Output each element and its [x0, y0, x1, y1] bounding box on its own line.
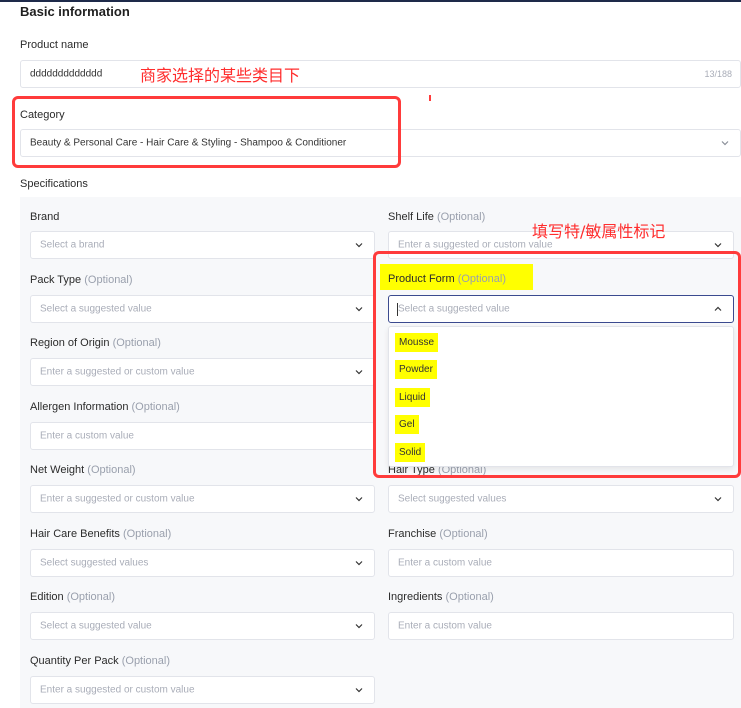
hair-type-placeholder: Select suggested values: [398, 493, 507, 505]
product-name-input[interactable]: ddddddddddddd 13/188: [20, 60, 741, 88]
brand-label: Brand: [30, 211, 60, 223]
quantity-input[interactable]: Enter a suggested or custom value: [30, 676, 375, 704]
region-input[interactable]: Enter a suggested or custom value: [30, 358, 375, 386]
benefits-label: Hair Care Benefits (Optional): [30, 528, 172, 540]
brand-select[interactable]: Select a brand: [30, 231, 375, 259]
franchise-placeholder: Enter a custom value: [398, 557, 492, 569]
chevron-down-icon: [354, 558, 364, 568]
chevron-down-icon: [354, 240, 364, 250]
net-weight-placeholder: Enter a suggested or custom value: [40, 493, 195, 505]
chevron-down-icon: [713, 494, 723, 504]
edition-placeholder: Select a suggested value: [40, 620, 152, 632]
quantity-placeholder: Enter a suggested or custom value: [40, 684, 195, 696]
shelf-life-placeholder: Enter a suggested or custom value: [398, 239, 553, 251]
chevron-down-icon: [354, 367, 364, 377]
ingredients-label: Ingredients (Optional): [388, 591, 494, 603]
char-counter: 13/188: [704, 69, 732, 79]
region-label: Region of Origin (Optional): [30, 337, 161, 349]
allergen-input[interactable]: Enter a custom value: [30, 422, 375, 450]
category-annotation-box: [12, 96, 401, 168]
chevron-down-icon: [354, 621, 364, 631]
brand-placeholder: Select a brand: [40, 239, 105, 251]
pack-type-placeholder: Select a suggested value: [40, 303, 152, 315]
chevron-down-icon: [354, 494, 364, 504]
specs-annotation-note: 填写特/敏属性标记: [532, 222, 666, 241]
chevron-down-icon: [713, 240, 723, 250]
edition-label: Edition (Optional): [30, 591, 115, 603]
allergen-label: Allergen Information (Optional): [30, 401, 180, 413]
hair-type-select[interactable]: Select suggested values: [388, 485, 734, 513]
section-title: Basic information: [20, 4, 130, 19]
region-placeholder: Enter a suggested or custom value: [40, 366, 195, 378]
benefits-placeholder: Select suggested values: [40, 557, 149, 569]
category-annotation-note: 商家选择的某些类目下: [140, 66, 301, 85]
product-name-value: ddddddddddddd: [30, 68, 103, 80]
quantity-label: Quantity Per Pack (Optional): [30, 655, 171, 667]
chevron-down-icon: [354, 304, 364, 314]
allergen-placeholder: Enter a custom value: [40, 430, 134, 442]
edition-select[interactable]: Select a suggested value: [30, 612, 375, 640]
top-border: [0, 0, 741, 2]
benefits-select[interactable]: Select suggested values: [30, 549, 375, 577]
pack-type-select[interactable]: Select a suggested value: [30, 295, 375, 323]
annotation-mark: [429, 95, 431, 101]
shelf-life-label: Shelf Life (Optional): [388, 211, 486, 223]
ingredients-input[interactable]: Enter a custom value: [388, 612, 734, 640]
specifications-title: Specifications: [20, 178, 88, 190]
franchise-input[interactable]: Enter a custom value: [388, 549, 734, 577]
product-name-label: Product name: [20, 39, 89, 51]
franchise-label: Franchise (Optional): [388, 528, 488, 540]
ingredients-placeholder: Enter a custom value: [398, 620, 492, 632]
specs-annotation-box: [373, 251, 741, 478]
chevron-down-icon: [354, 685, 364, 695]
chevron-down-icon: [720, 138, 730, 148]
net-weight-input[interactable]: Enter a suggested or custom value: [30, 485, 375, 513]
pack-type-label: Pack Type (Optional): [30, 274, 133, 286]
net-weight-label: Net Weight (Optional): [30, 464, 136, 476]
